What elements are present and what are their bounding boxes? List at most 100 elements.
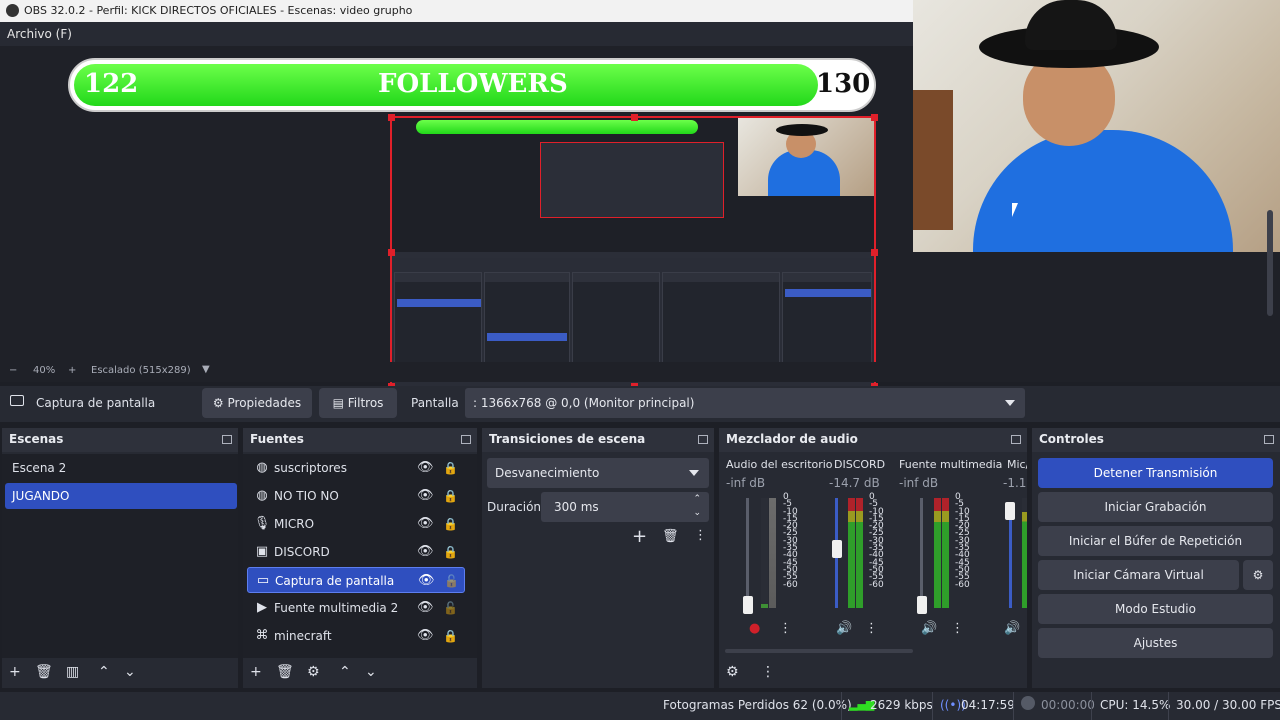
speaker-icon[interactable]: 🔊 bbox=[1004, 621, 1020, 636]
volume-slider-knob[interactable] bbox=[917, 596, 927, 614]
record-icon bbox=[1021, 696, 1035, 710]
nested-preview-top bbox=[392, 118, 874, 252]
settings-button[interactable]: Ajustes bbox=[1038, 628, 1273, 658]
scaling-dropdown-icon[interactable]: ▼ bbox=[202, 364, 210, 375]
transition-select[interactable]: Desvanecimiento bbox=[487, 458, 709, 488]
mixer-channel-desktop-audio: Audio del escritorio -inf dB 0 -5 -10 -15 -2… bbox=[726, 458, 833, 636]
gamepad-icon: ⌘ bbox=[255, 628, 269, 643]
gear-icon[interactable]: ⚙ bbox=[307, 664, 320, 680]
volume-slider[interactable] bbox=[746, 498, 749, 608]
more-icon[interactable]: ⋮ bbox=[779, 621, 792, 636]
scene-filters-icon[interactable]: ▥ bbox=[66, 664, 79, 680]
source-item-micro[interactable]: 🎙 MICRO 👁 🔒 bbox=[247, 511, 465, 537]
more-icon[interactable]: ⋮ bbox=[951, 621, 964, 636]
undock-icon[interactable] bbox=[1011, 435, 1021, 444]
start-recording-button[interactable]: Iniciar Grabación bbox=[1038, 492, 1273, 522]
mixer-channel-discord: DISCORD -14.7 dB 0 -5 -10 -15 -20 -25 -30 -35 -4… bbox=[829, 458, 886, 636]
stream-time: 04:17:59 bbox=[961, 698, 1015, 712]
trash-icon[interactable]: 🗑 bbox=[35, 664, 53, 680]
eye-icon[interactable]: 👁 bbox=[418, 568, 435, 594]
source-item-discord[interactable]: ▣ DISCORD 👁 🔒 bbox=[247, 539, 465, 565]
selected-source-name: Captura de pantalla bbox=[36, 396, 156, 410]
add-transition-icon[interactable]: + bbox=[632, 526, 647, 547]
move-up-icon[interactable]: ⌃ bbox=[98, 664, 110, 680]
undock-icon[interactable] bbox=[222, 435, 232, 444]
duration-input[interactable]: 300 ms ⌃ ⌄ bbox=[541, 492, 709, 522]
resize-handle[interactable] bbox=[388, 249, 395, 256]
sources-dock: Fuentes ◍ suscriptores 👁 🔒 ◍ NO TIO NO 👁 🔒 🎙… bbox=[243, 428, 477, 688]
volume-slider-knob[interactable] bbox=[743, 596, 753, 614]
advanced-audio-icon[interactable]: ⚙ bbox=[726, 664, 739, 680]
fps: 30.00 / 30.00 FPS bbox=[1176, 698, 1280, 712]
more-icon[interactable]: ⋮ bbox=[865, 621, 878, 636]
eye-icon[interactable]: 👁 bbox=[417, 623, 434, 649]
move-up-icon[interactable]: ⌃ bbox=[339, 664, 351, 680]
more-icon[interactable]: ⋮ bbox=[761, 664, 775, 680]
trash-icon[interactable]: 🗑 bbox=[276, 664, 294, 680]
preview-vertical-scrollbar[interactable] bbox=[1267, 210, 1273, 316]
mixer-scrollbar[interactable] bbox=[725, 649, 913, 653]
source-item-no-tio-no[interactable]: ◍ NO TIO NO 👁 🔒 bbox=[247, 483, 465, 509]
studio-mode-button[interactable]: Modo Estudio bbox=[1038, 594, 1273, 624]
screen-select[interactable]: : 1366x768 @ 0,0 (Monitor principal) bbox=[465, 388, 1025, 418]
eye-icon[interactable]: 👁 bbox=[417, 483, 434, 509]
virtual-camera-settings-button[interactable]: ⚙ bbox=[1243, 560, 1273, 590]
stop-streaming-button[interactable]: Detener Transmisión bbox=[1038, 458, 1273, 488]
eye-icon[interactable]: 👁 bbox=[417, 539, 434, 565]
add-scene-icon[interactable]: + bbox=[9, 664, 21, 680]
move-down-icon[interactable]: ⌄ bbox=[365, 664, 377, 680]
undock-icon[interactable] bbox=[1264, 435, 1274, 444]
preview-canvas[interactable] bbox=[388, 114, 878, 390]
db-scale-tick: -60 bbox=[955, 579, 970, 590]
resize-handle[interactable] bbox=[631, 114, 638, 121]
eye-icon[interactable]: 👁 bbox=[417, 511, 434, 537]
controls-title: Controles bbox=[1039, 432, 1104, 446]
source-item-captura-de-pantalla[interactable]: ▭ Captura de pantalla 👁 🔓 bbox=[247, 567, 465, 593]
eye-icon[interactable]: 👁 bbox=[417, 455, 434, 481]
preview-area[interactable]: 122 FOLLOWERS 130 bbox=[0, 0, 1280, 390]
source-item-minecraft[interactable]: ⌘ minecraft 👁 🔒 bbox=[247, 623, 465, 649]
resize-handle[interactable] bbox=[871, 114, 878, 121]
speaker-icon[interactable]: 🔊 bbox=[836, 621, 852, 636]
resize-handle[interactable] bbox=[871, 249, 878, 256]
scene-item-escena-2[interactable]: Escena 2 bbox=[5, 455, 237, 481]
start-replay-buffer-button[interactable]: Iniciar el Búfer de Repetición bbox=[1038, 526, 1273, 556]
muted-speaker-icon[interactable]: ● bbox=[749, 621, 760, 636]
zoom-out-button[interactable]: − bbox=[9, 365, 17, 376]
trash-icon[interactable]: 🗑 bbox=[662, 529, 679, 544]
volume-slider-knob[interactable] bbox=[1005, 502, 1015, 520]
volume-slider[interactable] bbox=[920, 498, 923, 608]
speaker-icon[interactable]: 🔊 bbox=[921, 621, 937, 636]
properties-button[interactable]: ⚙ Propiedades bbox=[202, 388, 312, 418]
unlock-icon[interactable]: 🔓 bbox=[443, 595, 458, 621]
unlock-icon[interactable]: 🔓 bbox=[444, 568, 459, 594]
lock-icon[interactable]: 🔒 bbox=[443, 483, 458, 509]
resize-handle[interactable] bbox=[388, 114, 395, 121]
eye-icon[interactable]: 👁 bbox=[417, 595, 434, 621]
filters-button[interactable]: ▤ Filtros bbox=[319, 388, 397, 418]
db-scale-tick: -60 bbox=[783, 579, 798, 590]
more-icon[interactable]: ⋮ bbox=[694, 528, 707, 543]
source-item-suscriptores[interactable]: ◍ suscriptores 👁 🔒 bbox=[247, 455, 465, 481]
volume-slider[interactable] bbox=[1009, 506, 1012, 608]
lock-icon[interactable]: 🔒 bbox=[443, 511, 458, 537]
move-down-icon[interactable]: ⌄ bbox=[124, 664, 136, 680]
undock-icon[interactable] bbox=[698, 435, 708, 444]
nested-followers-bar bbox=[416, 120, 698, 134]
lock-icon[interactable]: 🔒 bbox=[443, 623, 458, 649]
start-virtual-camera-button[interactable]: Iniciar Cámara Virtual bbox=[1038, 560, 1239, 590]
source-item-fuente-multimedia-2[interactable]: ▶ Fuente multimedia 2 👁 🔓 bbox=[247, 595, 465, 621]
volume-slider-knob[interactable] bbox=[832, 540, 842, 558]
undock-icon[interactable] bbox=[461, 435, 471, 444]
db-scale-tick: -60 bbox=[869, 579, 884, 590]
obs-logo-icon bbox=[6, 4, 19, 17]
filter-icon: ▤ bbox=[332, 396, 344, 410]
lock-icon[interactable]: 🔒 bbox=[443, 455, 458, 481]
menu-archivo[interactable]: Archivo (F) bbox=[7, 27, 72, 41]
db-scale: 0 -5 -10 -15 -20 -25 -30 -35 -40 -45 -50 -55 -60 bbox=[783, 492, 798, 590]
lock-icon[interactable]: 🔒 bbox=[443, 539, 458, 565]
scene-item-jugando[interactable]: JUGANDO bbox=[5, 483, 237, 509]
zoom-in-button[interactable]: + bbox=[68, 365, 76, 376]
spin-down-icon[interactable]: ⌄ bbox=[693, 498, 701, 528]
add-source-icon[interactable]: + bbox=[250, 664, 262, 680]
